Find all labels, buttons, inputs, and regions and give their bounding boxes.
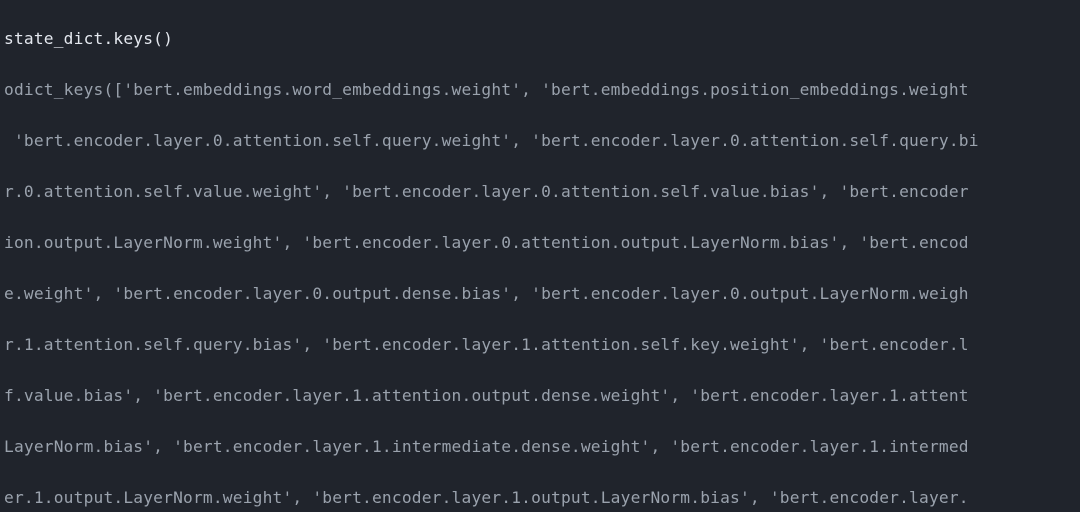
python-output-line: 'bert.encoder.layer.0.attention.self.que…: [4, 128, 1076, 154]
python-input-line: state_dict.keys(): [4, 26, 1076, 52]
python-output-line: r.0.attention.self.value.weight', 'bert.…: [4, 179, 1076, 205]
python-output-line: r.1.attention.self.query.bias', 'bert.en…: [4, 332, 1076, 358]
python-output-line: er.1.output.LayerNorm.weight', 'bert.enc…: [4, 485, 1076, 511]
python-output-line: odict_keys(['bert.embeddings.word_embedd…: [4, 77, 1076, 103]
python-output-line: ion.output.LayerNorm.weight', 'bert.enco…: [4, 230, 1076, 256]
python-output-line: e.weight', 'bert.encoder.layer.0.output.…: [4, 281, 1076, 307]
terminal-output: state_dict.keys() odict_keys(['bert.embe…: [0, 0, 1080, 512]
python-output-line: LayerNorm.bias', 'bert.encoder.layer.1.i…: [4, 434, 1076, 460]
python-output-line: f.value.bias', 'bert.encoder.layer.1.att…: [4, 383, 1076, 409]
